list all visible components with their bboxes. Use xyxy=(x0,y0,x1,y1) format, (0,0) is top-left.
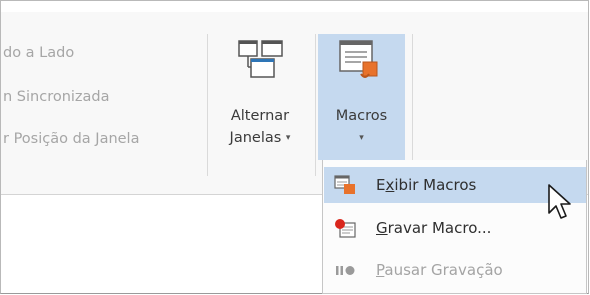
group-separator xyxy=(412,34,413,176)
menu-item-pause-recording[interactable]: Pausar Gravação xyxy=(324,252,586,288)
macros-button[interactable]: Macros ▾ xyxy=(318,38,405,158)
switch-windows-icon xyxy=(238,40,283,78)
pause-recording-label: Pausar Gravação xyxy=(376,261,503,279)
record-macro-icon xyxy=(335,219,356,238)
macros-label: Macros xyxy=(335,108,388,124)
switch-windows-button[interactable]: Alternar Janelas ▾ xyxy=(214,38,306,168)
switch-windows-label-line1: Alternar xyxy=(230,108,290,124)
pause-record-icon xyxy=(336,266,355,275)
macros-dropdown-menu: Exibir Macros Gravar Macro... Pausar Gra… xyxy=(322,160,587,294)
side-by-side-button[interactable]: do a Lado xyxy=(3,45,74,61)
group-separator xyxy=(207,34,208,176)
dropdown-caret-icon: ▾ xyxy=(359,133,364,143)
macro-icon xyxy=(339,40,378,78)
reset-window-position-button[interactable]: r Posição da Janela xyxy=(3,131,139,147)
record-macro-label: Gravar Macro... xyxy=(376,219,492,237)
group-separator xyxy=(315,34,316,176)
synchronous-scrolling-button[interactable]: n Sincronizada xyxy=(3,89,110,105)
switch-windows-label-line2: Janelas ▾ xyxy=(229,130,291,146)
view-macros-icon xyxy=(334,175,355,194)
view-macros-label: Exibir Macros xyxy=(376,176,477,194)
dropdown-caret-icon: ▾ xyxy=(285,133,291,143)
mouse-pointer-icon xyxy=(548,184,571,219)
